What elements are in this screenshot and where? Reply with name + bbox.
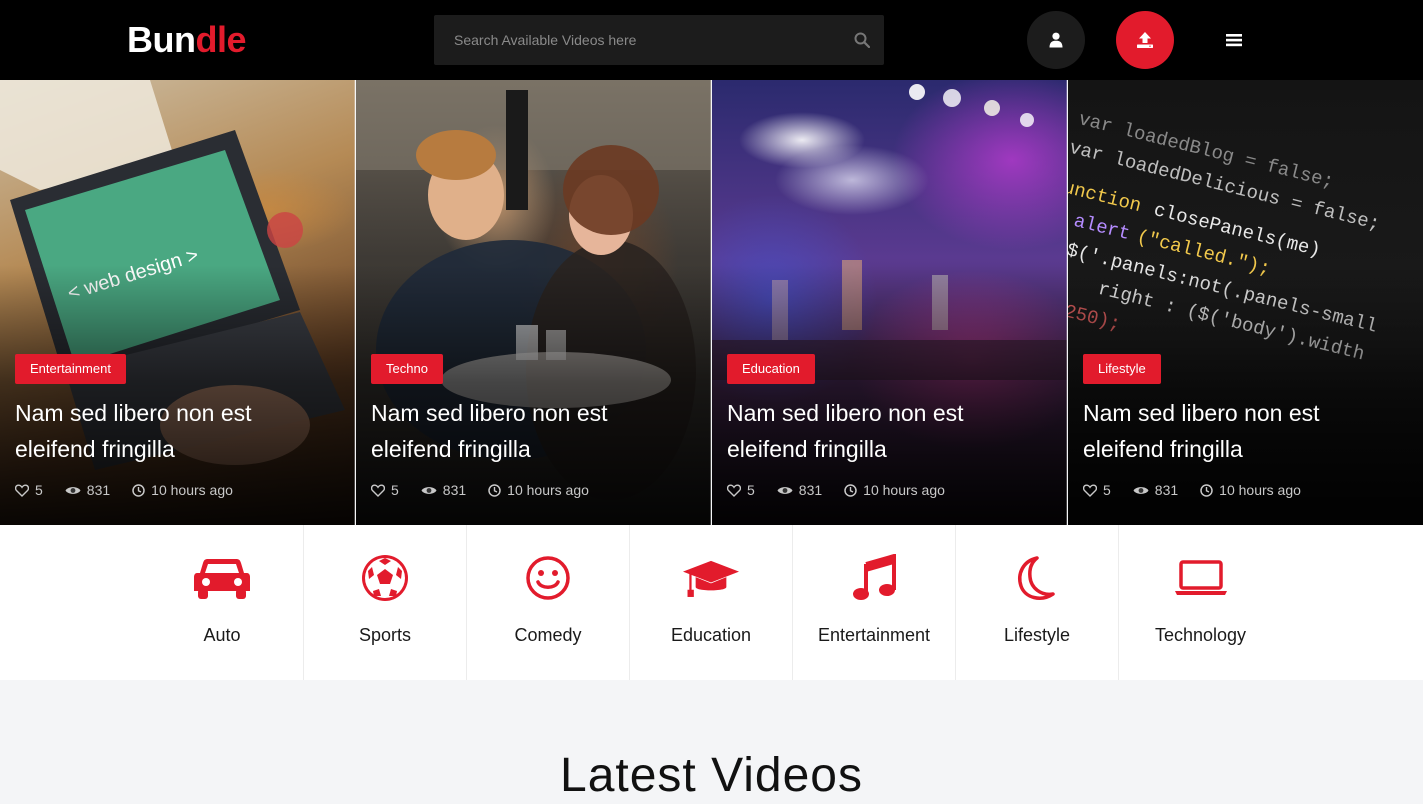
video-title[interactable]: Nam sed libero non est eleifend fringill… — [727, 395, 1047, 467]
views-count: 831 — [1133, 482, 1178, 498]
category-label: Lifestyle — [1003, 625, 1071, 645]
card-divider — [710, 80, 711, 525]
eye-icon — [777, 486, 793, 494]
video-title[interactable]: Nam sed libero non est eleifend fringill… — [15, 395, 335, 467]
eye-icon — [65, 486, 81, 494]
video-meta: 5 831 10 hours ago — [371, 481, 611, 499]
category-label: Technology — [1154, 625, 1247, 645]
category-badge[interactable]: Entertainment — [15, 354, 126, 384]
clock-icon — [488, 483, 501, 497]
latest-videos-heading: Latest Videos — [560, 749, 863, 802]
views-count: 831 — [65, 482, 110, 498]
category-bar: Auto Sports Comedy Education Entertainme… — [0, 525, 1423, 680]
category-label: Comedy — [514, 625, 582, 645]
heart-icon — [15, 483, 29, 497]
video-card[interactable]: < web design > Entertainment Nam sed lib… — [0, 80, 355, 525]
video-title[interactable]: Nam sed libero non est eleifend fringill… — [371, 395, 691, 467]
category-lifestyle[interactable]: Lifestyle — [956, 525, 1119, 680]
category-label: Sports — [358, 625, 412, 645]
views-value: 831 — [86, 482, 111, 498]
logo-part-2: dle — [195, 19, 246, 60]
video-meta: 5 831 10 hours ago — [15, 481, 255, 499]
category-badge[interactable]: Lifestyle — [1083, 354, 1161, 384]
video-title[interactable]: Nam sed libero non est eleifend fringill… — [1083, 395, 1403, 467]
smiley-icon — [520, 553, 576, 603]
category-education[interactable]: Education — [630, 525, 793, 680]
eye-icon — [1133, 486, 1149, 494]
likes-value: 5 — [391, 482, 399, 498]
video-card[interactable]: Education Nam sed libero non est eleifen… — [712, 80, 1067, 525]
video-meta: 5 831 10 hours ago — [1083, 481, 1323, 499]
music-note-icon — [846, 553, 902, 603]
video-meta: 5 831 10 hours ago — [727, 481, 967, 499]
time-ago: 10 hours ago — [844, 482, 945, 498]
clock-icon — [1200, 483, 1213, 497]
moon-icon — [1009, 553, 1065, 603]
time-ago: 10 hours ago — [488, 482, 589, 498]
graduation-cap-icon — [683, 553, 739, 603]
clock-icon — [132, 483, 145, 497]
clock-icon — [844, 483, 857, 497]
likes-value: 5 — [35, 482, 43, 498]
eye-icon — [421, 486, 437, 494]
heart-icon — [371, 483, 385, 497]
top-header: Bundle — [0, 0, 1423, 80]
time-value: 10 hours ago — [507, 482, 589, 498]
search-input[interactable] — [434, 15, 844, 65]
time-ago: 10 hours ago — [132, 482, 233, 498]
likes-value: 5 — [1103, 482, 1111, 498]
category-comedy[interactable]: Comedy — [467, 525, 630, 680]
time-value: 10 hours ago — [863, 482, 945, 498]
search-bar — [434, 15, 884, 65]
category-badge[interactable]: Techno — [371, 354, 443, 384]
views-value: 831 — [798, 482, 823, 498]
category-auto[interactable]: Auto — [141, 525, 304, 680]
category-sports[interactable]: Sports — [304, 525, 467, 680]
card-divider — [1066, 80, 1067, 525]
soccer-ball-icon — [357, 553, 413, 603]
likes-count[interactable]: 5 — [1083, 482, 1111, 498]
likes-count[interactable]: 5 — [15, 482, 43, 498]
upload-icon — [1137, 32, 1153, 48]
upload-button[interactable] — [1116, 11, 1174, 69]
category-technology[interactable]: Technology — [1119, 525, 1282, 680]
category-label: Entertainment — [817, 625, 931, 645]
user-icon — [1049, 32, 1063, 48]
heart-icon — [1083, 483, 1097, 497]
video-card[interactable]: var loadedBlog = false; var loadedDelici… — [1068, 80, 1423, 525]
category-label: Education — [670, 625, 752, 645]
time-value: 10 hours ago — [1219, 482, 1301, 498]
featured-video-slider: < web design > Entertainment Nam sed lib… — [0, 80, 1423, 525]
car-icon — [194, 553, 250, 603]
likes-count[interactable]: 5 — [371, 482, 399, 498]
logo-part-1: Bun — [127, 19, 196, 60]
views-value: 831 — [1154, 482, 1179, 498]
svg-text:alert: alert — [1071, 210, 1132, 245]
time-value: 10 hours ago — [151, 482, 233, 498]
category-label: Auto — [203, 625, 241, 645]
site-logo[interactable]: Bundle — [127, 20, 246, 60]
views-count: 831 — [777, 482, 822, 498]
card-divider — [354, 80, 355, 525]
hamburger-menu-icon — [1226, 34, 1242, 47]
category-entertainment[interactable]: Entertainment — [793, 525, 956, 680]
search-icon[interactable] — [854, 32, 870, 48]
views-value: 831 — [442, 482, 467, 498]
category-badge[interactable]: Education — [727, 354, 815, 384]
user-account-button[interactable] — [1027, 11, 1085, 69]
likes-count[interactable]: 5 — [727, 482, 755, 498]
video-card[interactable]: Techno Nam sed libero non est eleifend f… — [356, 80, 711, 525]
time-ago: 10 hours ago — [1200, 482, 1301, 498]
heart-icon — [727, 483, 741, 497]
likes-value: 5 — [747, 482, 755, 498]
laptop-icon — [1173, 553, 1229, 603]
views-count: 831 — [421, 482, 466, 498]
menu-button[interactable] — [1218, 24, 1250, 56]
